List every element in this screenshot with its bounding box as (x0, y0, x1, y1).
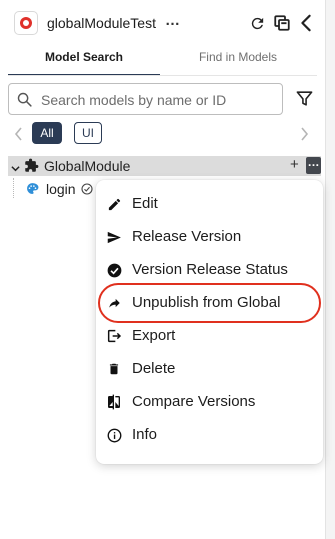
menu-label-release-version: Release Version (132, 228, 242, 245)
search-icon (16, 91, 33, 113)
tree-label-globalmodule: GlobalModule (44, 158, 131, 174)
send-icon (106, 229, 122, 245)
filter-icon[interactable] (295, 89, 314, 113)
tree-guide-line (13, 178, 14, 198)
check-circle-icon (106, 262, 122, 278)
tree-row-globalmodule[interactable]: GlobalModule + … (8, 156, 321, 176)
menu-label-export: Export (132, 327, 176, 344)
search-box (8, 83, 283, 115)
menu-item-export[interactable]: Export (96, 320, 323, 353)
menu-item-info[interactable]: Info (96, 419, 323, 452)
menu-label-edit: Edit (132, 195, 158, 212)
chips-scroll-right-icon[interactable] (300, 127, 309, 146)
menu-label-unpublish-from-global: Unpublish from Global (132, 294, 281, 311)
chip-all[interactable]: All (32, 122, 62, 144)
search-input[interactable] (39, 89, 278, 111)
menu-item-edit[interactable]: Edit (96, 188, 323, 221)
released-check-icon (81, 182, 93, 200)
tab-model-search[interactable]: Model Search (8, 46, 160, 76)
menu-item-compare-versions[interactable]: Compare Versions (96, 386, 323, 419)
menu-item-release-version[interactable]: Release Version (96, 221, 323, 254)
menu-item-version-release-status[interactable]: Version Release Status (96, 254, 323, 287)
refresh-icon[interactable] (247, 13, 267, 33)
puzzle-module-icon (24, 158, 39, 178)
trash-icon (106, 361, 122, 377)
export-icon (106, 328, 122, 344)
menu-label-compare-versions: Compare Versions (132, 393, 256, 410)
copy-windows-icon[interactable] (272, 13, 292, 33)
palette-icon (26, 182, 39, 200)
project-more-button[interactable]: … (165, 12, 181, 29)
add-button[interactable]: + (290, 156, 299, 173)
pencil-icon (106, 196, 122, 212)
menu-label-version-release-status: Version Release Status (132, 261, 288, 278)
chips-scroll-left-icon[interactable] (14, 127, 23, 146)
menu-label-delete: Delete (132, 360, 176, 377)
context-menu: Edit Release Version Version Release Sta… (96, 180, 323, 464)
menu-item-delete[interactable]: Delete (96, 353, 323, 386)
tab-find-in-models[interactable]: Find in Models (168, 46, 308, 74)
panel-tabs: Model Search Find in Models (8, 46, 317, 76)
panel-header: globalModuleTest … (0, 0, 325, 48)
app-logo-icon (14, 11, 38, 35)
more-options-button[interactable]: … (306, 156, 321, 174)
menu-label-info: Info (132, 426, 158, 443)
info-icon (106, 427, 122, 443)
compare-icon (106, 394, 122, 410)
chip-ui[interactable]: UI (74, 122, 102, 144)
menu-item-unpublish-from-global[interactable]: Unpublish from Global (96, 287, 323, 320)
tabs-divider (8, 75, 317, 76)
expand-caret-icon[interactable] (11, 160, 20, 178)
share-arrow-icon (106, 295, 122, 311)
project-title: globalModuleTest (47, 15, 156, 31)
collapse-chevron-left-icon[interactable] (296, 13, 316, 33)
tree-label-login[interactable]: login (46, 181, 76, 197)
